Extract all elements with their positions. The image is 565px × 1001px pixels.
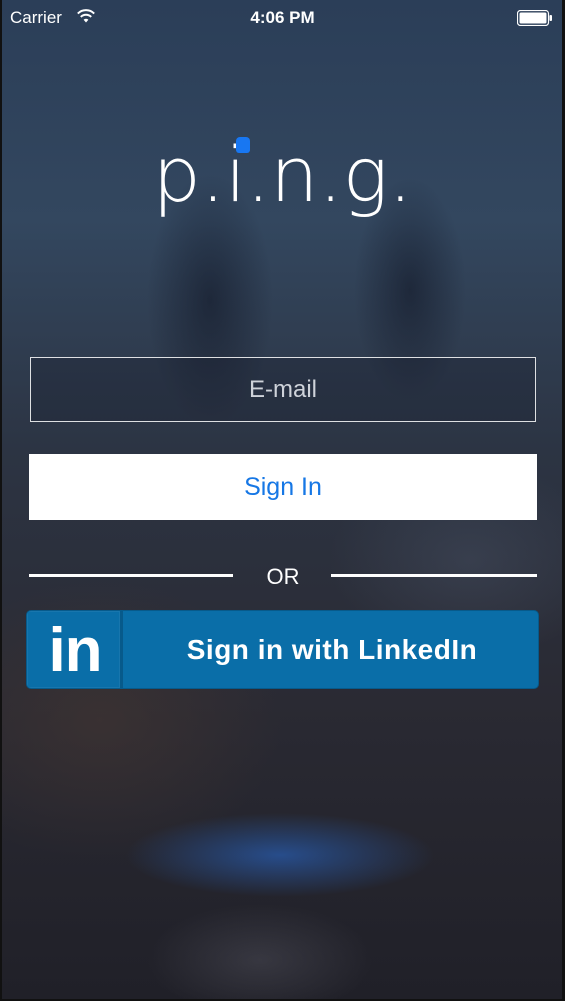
sign-in-button[interactable]: Sign In	[29, 454, 537, 520]
status-bar: Carrier 4:06 PM	[0, 0, 565, 36]
or-divider: OR	[29, 560, 537, 590]
clock: 4:06 PM	[250, 8, 315, 27]
app-logo: p.i.n.g.	[152, 130, 413, 219]
logo-accent-dot	[236, 137, 250, 153]
or-label: OR	[266, 564, 300, 589]
linkedin-sign-in-button[interactable]: in Sign in with LinkedIn	[26, 610, 539, 689]
battery-icon	[517, 10, 552, 26]
divider-line-right	[331, 574, 537, 577]
email-input[interactable]: E-mail	[30, 357, 536, 422]
linkedin-icon: in	[48, 616, 102, 685]
linkedin-logo-box: in	[27, 611, 123, 688]
linkedin-button-label: Sign in with LinkedIn	[186, 634, 478, 665]
